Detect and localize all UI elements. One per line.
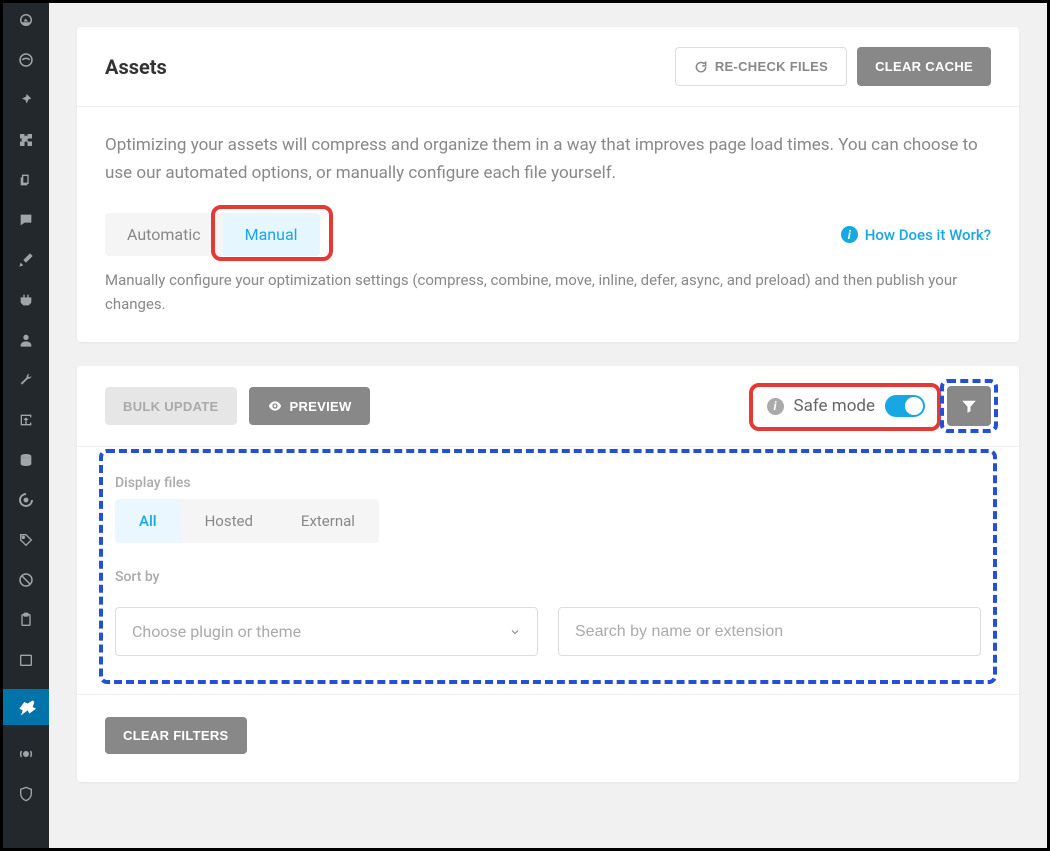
tag-icon[interactable] — [15, 529, 37, 551]
puzzle-icon[interactable] — [15, 129, 37, 151]
info-icon: i — [841, 226, 858, 243]
import-icon[interactable] — [15, 409, 37, 431]
info-gray-icon: i — [767, 398, 784, 415]
performance-icon[interactable] — [15, 489, 37, 511]
tab-manual[interactable]: Manual — [223, 213, 320, 256]
display-files-pills: All Hosted External — [115, 499, 981, 543]
safe-mode-toggle[interactable] — [885, 395, 925, 417]
display-files-label: Display files — [115, 475, 981, 491]
eye-icon — [267, 398, 283, 414]
pill-external[interactable]: External — [277, 499, 379, 543]
database-icon[interactable] — [15, 449, 37, 471]
dashboard-icon[interactable] — [15, 9, 37, 31]
refresh-icon — [694, 60, 708, 74]
clipboard-icon[interactable] — [15, 609, 37, 631]
page-title: Assets — [105, 55, 167, 79]
mode-tabs: Automatic Manual — [105, 213, 320, 256]
pill-hosted[interactable]: Hosted — [181, 499, 277, 543]
assets-card: Assets RE-CHECK FILES CLEAR CACHE Optimi… — [77, 27, 1019, 342]
brush-icon[interactable] — [15, 249, 37, 271]
plugins-icon[interactable] — [15, 289, 37, 311]
comments-icon[interactable] — [15, 209, 37, 231]
recheck-files-button[interactable]: RE-CHECK FILES — [675, 47, 847, 86]
filter-toggle-button[interactable] — [947, 386, 991, 426]
tools-icon[interactable] — [15, 369, 37, 391]
sort-by-label: Sort by — [115, 569, 981, 585]
pages-icon[interactable] — [15, 169, 37, 191]
search-input-wrap — [558, 607, 981, 656]
users-icon[interactable] — [15, 329, 37, 351]
hummingbird-icon[interactable] — [15, 49, 37, 71]
filters-card: BULK UPDATE PREVIEW i Safe mode — [77, 366, 1019, 782]
calendar-icon[interactable] — [15, 649, 37, 671]
safe-mode-label: Safe mode — [794, 396, 876, 416]
tab-description: Manually configure your optimization set… — [77, 256, 1019, 342]
clear-cache-button[interactable]: CLEAR CACHE — [857, 47, 991, 86]
main-content: Assets RE-CHECK FILES CLEAR CACHE Optimi… — [49, 3, 1047, 848]
clear-filters-button[interactable]: CLEAR FILTERS — [105, 717, 247, 754]
assets-description: Optimizing your assets will compress and… — [77, 107, 1019, 199]
wp-admin-sidebar — [3, 3, 49, 848]
hummingbird-active-icon[interactable] — [3, 689, 49, 725]
funnel-icon — [960, 397, 978, 415]
antispam-icon[interactable] — [15, 569, 37, 591]
tab-automatic[interactable]: Automatic — [105, 213, 223, 256]
pin-icon[interactable] — [15, 89, 37, 111]
bulk-update-button[interactable]: BULK UPDATE — [105, 387, 237, 425]
shield-icon[interactable] — [15, 783, 37, 805]
preview-button[interactable]: PREVIEW — [249, 387, 370, 425]
broadcast-icon[interactable] — [15, 743, 37, 765]
plugin-theme-select[interactable]: Choose plugin or theme — [115, 607, 538, 656]
pill-all[interactable]: All — [115, 499, 181, 543]
how-does-it-work-link[interactable]: i How Does it Work? — [841, 226, 991, 244]
chevron-down-icon — [509, 626, 521, 638]
search-input[interactable] — [575, 623, 964, 641]
